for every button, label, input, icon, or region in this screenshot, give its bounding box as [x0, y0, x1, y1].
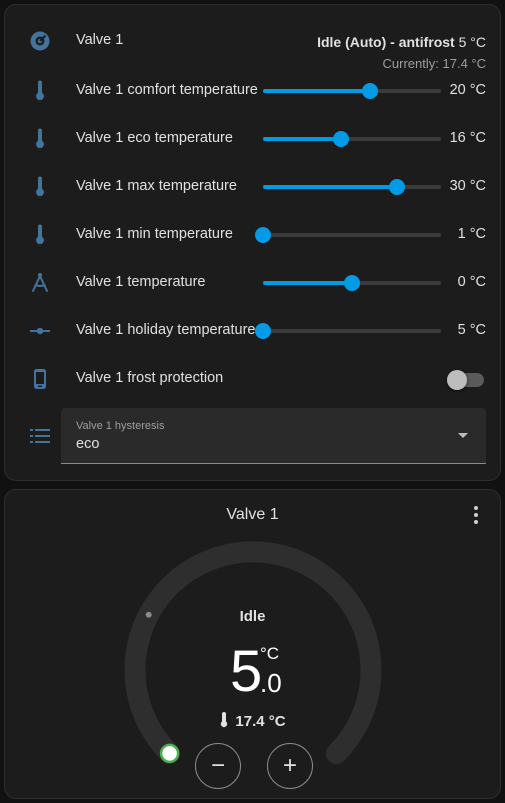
target-handle [159, 743, 180, 764]
phone-icon [27, 366, 53, 392]
number-slider[interactable] [255, 227, 441, 243]
number-row-temperature: Valve 1 temperature 0 °C [5, 259, 500, 307]
number-slider[interactable] [263, 179, 441, 195]
current-temperature: 17.4 °C [5, 712, 500, 732]
number-slider[interactable] [255, 323, 441, 339]
climate-row[interactable]: Valve 1 Idle (Auto) - antifrost 5 °C Cur… [5, 17, 500, 71]
number-row-holiday: Valve 1 holiday temperature 5 °C [5, 307, 500, 355]
slider-thumb[interactable] [255, 323, 271, 339]
hvac-action: Idle [239, 608, 266, 625]
number-name: Valve 1 min temperature [76, 226, 233, 242]
select-value: eco [76, 436, 100, 452]
climate-target: 5 °C [458, 34, 486, 50]
slider-thumb[interactable] [361, 83, 378, 99]
select-label: Valve 1 hysteresis [76, 420, 165, 432]
number-slider[interactable] [263, 275, 441, 291]
list-icon [27, 423, 53, 449]
slider-thumb[interactable] [333, 131, 350, 147]
number-value: 30 °C [449, 178, 486, 194]
thermostat-card: Valve 1 Idle 5 °C .0 17.4 °C − + [4, 489, 501, 799]
number-name: Valve 1 max temperature [76, 178, 237, 194]
number-row-eco: Valve 1 eco temperature 16 °C [5, 115, 500, 163]
thermometer-icon [27, 78, 53, 104]
number-row-max: Valve 1 max temperature 30 °C [5, 163, 500, 211]
climate-state: Idle (Auto) - antifrost 5 °C [317, 34, 486, 50]
slider-thumb[interactable] [344, 275, 360, 291]
target-decimal: .0 [260, 668, 282, 698]
switch-row: Valve 1 frost protection [5, 355, 500, 403]
number-name: Valve 1 temperature [76, 274, 206, 290]
chevron-down-icon [458, 433, 468, 438]
climate-state-text: Idle (Auto) - antifrost [317, 34, 455, 50]
number-slider[interactable] [263, 83, 441, 99]
number-value: 5 °C [457, 322, 486, 338]
thermometer-icon [219, 712, 229, 732]
toggle-knob [447, 370, 467, 390]
slider-thumb[interactable] [388, 179, 405, 195]
hysteresis-select[interactable]: Valve 1 hysteresis eco [61, 408, 486, 464]
thermometer-icon [27, 126, 53, 152]
thermometer-icon [27, 222, 53, 248]
number-value: 20 °C [449, 82, 486, 98]
number-value: 1 °C [457, 226, 486, 242]
number-slider[interactable] [263, 131, 441, 147]
compass-icon [27, 270, 53, 296]
number-value: 16 °C [449, 130, 486, 146]
current-temperature-value: 17.4 °C [235, 713, 286, 730]
number-value: 0 °C [457, 274, 486, 290]
climate-name: Valve 1 [76, 32, 124, 48]
target-unit: °C [260, 644, 280, 663]
decrease-button[interactable]: − [195, 743, 241, 789]
number-row-min: Valve 1 min temperature 1 °C [5, 211, 500, 259]
thermometer-icon [27, 174, 53, 200]
number-name: Valve 1 eco temperature [76, 130, 233, 146]
number-name: Valve 1 comfort temperature [76, 82, 258, 98]
thermostat-icon [27, 28, 53, 54]
increase-button[interactable]: + [267, 743, 313, 789]
frost-protection-toggle[interactable] [447, 370, 484, 390]
slider-thumb[interactable] [255, 227, 271, 243]
switch-name: Valve 1 frost protection [76, 370, 224, 386]
target-integer: 5 [230, 639, 263, 704]
number-row-comfort: Valve 1 comfort temperature 20 °C [5, 67, 500, 115]
number-name: Valve 1 holiday temperature [76, 322, 256, 338]
entities-card: Valve 1 Idle (Auto) - antifrost 5 °C Cur… [4, 4, 501, 481]
slider-icon [27, 318, 53, 344]
